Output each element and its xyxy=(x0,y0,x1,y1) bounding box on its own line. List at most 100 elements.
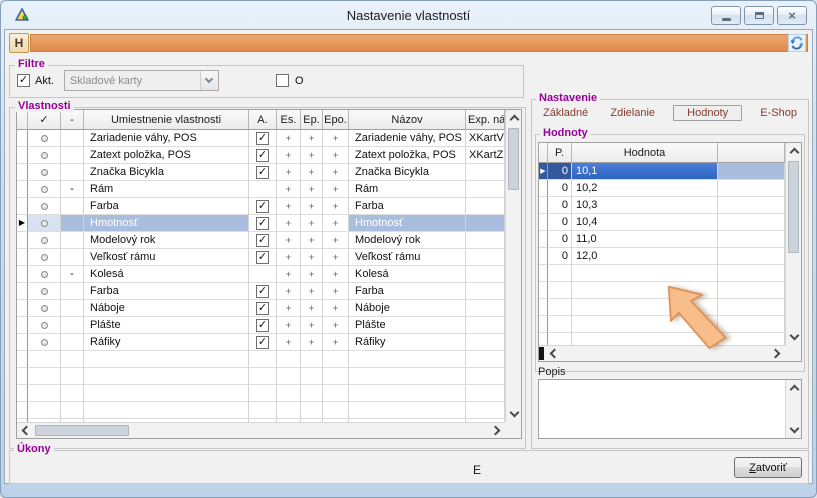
dash-cell xyxy=(61,334,84,351)
property-row[interactable]: Značka Bicykla✓+++Značka Bicykla xyxy=(17,164,505,181)
epo-cell: + xyxy=(323,283,349,300)
row-checkbox[interactable]: ✓ xyxy=(256,149,269,162)
property-row[interactable]: Farba✓+++Farba xyxy=(17,198,505,215)
row-checkbox[interactable]: ✓ xyxy=(256,336,269,349)
property-row[interactable]: Náboje✓+++Náboje xyxy=(17,300,505,317)
epo-cell: + xyxy=(323,300,349,317)
property-row[interactable]: Plášte✓+++Plášte xyxy=(17,317,505,334)
value-row[interactable]: 010,3 xyxy=(539,197,785,214)
a-cell xyxy=(249,266,277,283)
scroll-down-button[interactable] xyxy=(506,406,522,422)
chevron-left-icon xyxy=(22,426,32,436)
grid-cell xyxy=(466,368,505,385)
row-checkbox[interactable]: ✓ xyxy=(256,217,269,230)
value-row[interactable]: 010,4 xyxy=(539,214,785,231)
vertical-scroll-thumb[interactable] xyxy=(508,128,519,190)
minimize-button[interactable] xyxy=(711,6,741,25)
vertical-scroll-thumb[interactable] xyxy=(788,161,799,253)
h-button[interactable]: H xyxy=(9,33,29,53)
value-row[interactable]: 011,0 xyxy=(539,231,785,248)
combobox-dropdown-button[interactable] xyxy=(200,71,218,90)
row-selector-cell xyxy=(539,214,548,231)
name-cell: Veľkosť rámu xyxy=(349,249,466,266)
property-row[interactable]: Zariadenie váhy, POS✓+++Zariadenie váhy,… xyxy=(17,130,505,147)
value-column-header: Hodnota xyxy=(572,143,718,163)
row-checkbox[interactable]: ✓ xyxy=(256,251,269,264)
akt-checkbox[interactable]: ✓ xyxy=(17,74,30,87)
popis-textarea[interactable] xyxy=(538,379,802,439)
scroll-down-button[interactable] xyxy=(786,329,802,345)
scroll-up-button[interactable] xyxy=(786,380,802,396)
row-checkbox[interactable]: ✓ xyxy=(256,302,269,315)
tab-z-kladn-[interactable]: Základné xyxy=(539,105,592,121)
grid-cell xyxy=(301,402,323,419)
row-checkbox[interactable]: ✓ xyxy=(256,319,269,332)
property-row[interactable]: -Rám+++Rám xyxy=(17,181,505,198)
scroll-right-button[interactable] xyxy=(488,423,505,438)
properties-group-label: Vlastnosti xyxy=(15,100,74,112)
properties-vertical-scrollbar[interactable] xyxy=(505,110,521,422)
row-selector-cell xyxy=(17,130,28,147)
values-vertical-scrollbar[interactable] xyxy=(785,143,801,345)
property-row[interactable]: ▶Hmotnosť✓+++Hmotnosť xyxy=(17,215,505,232)
scroll-right-button[interactable] xyxy=(768,346,785,361)
tab-hodnoty[interactable]: Hodnoty xyxy=(673,105,742,121)
tab-e-shop[interactable]: E-Shop xyxy=(756,105,801,121)
ep-cell: + xyxy=(301,232,323,249)
property-row[interactable]: Zatext položka, POS✓+++Zatext položka, P… xyxy=(17,147,505,164)
es-cell: + xyxy=(277,249,301,266)
location-cell: Kolesá xyxy=(84,266,249,283)
value-row[interactable]: 012,0 xyxy=(539,248,785,265)
row-checkbox[interactable]: ✓ xyxy=(256,200,269,213)
dot-marker-icon: + xyxy=(333,184,338,194)
dot-marker-icon: + xyxy=(286,337,291,347)
actions-groupbox xyxy=(9,450,809,484)
ring-marker-icon xyxy=(41,152,48,159)
scroll-grip[interactable] xyxy=(539,347,544,360)
close-button[interactable]: × xyxy=(777,6,807,25)
tab-zdielanie[interactable]: Zdielanie xyxy=(606,105,659,121)
popis-vertical-scrollbar[interactable] xyxy=(785,380,801,438)
properties-grid: ✓-Umiestnenie vlastnostiA.Es.Ep.Epo.Názo… xyxy=(16,109,522,439)
maximize-button[interactable] xyxy=(744,6,774,25)
row-checkbox[interactable]: ✓ xyxy=(256,166,269,179)
grid-cell xyxy=(548,265,572,282)
scroll-left-button[interactable] xyxy=(17,423,34,438)
property-row[interactable]: Modelový rok✓+++Modelový rok xyxy=(17,232,505,249)
values-horizontal-scrollbar[interactable] xyxy=(539,345,785,361)
toolbar-accent-bar xyxy=(30,34,808,52)
chevron-right-icon xyxy=(491,426,501,436)
row-checkbox[interactable]: ✓ xyxy=(256,285,269,298)
es-cell: + xyxy=(277,334,301,351)
name-cell: Ráfiky xyxy=(349,334,466,351)
property-row[interactable]: Veľkosť rámu✓+++Veľkosť rámu xyxy=(17,249,505,266)
dot-marker-icon: + xyxy=(333,286,338,296)
property-row[interactable]: -Kolesá+++Kolesá xyxy=(17,266,505,283)
property-row[interactable]: Farba✓+++Farba xyxy=(17,283,505,300)
a-cell: ✓ xyxy=(249,147,277,164)
property-row[interactable]: Ráfiky✓+++Ráfiky xyxy=(17,334,505,351)
row-checkbox[interactable]: ✓ xyxy=(256,234,269,247)
exp-cell xyxy=(466,249,505,266)
row-checkbox[interactable]: ✓ xyxy=(256,132,269,145)
horizontal-scroll-thumb[interactable] xyxy=(35,425,129,436)
scroll-up-button[interactable] xyxy=(506,110,522,126)
value-cell: 11,0 xyxy=(572,231,718,248)
grid-cell xyxy=(301,368,323,385)
refresh-icon[interactable] xyxy=(788,34,806,52)
grid-cell xyxy=(466,351,505,368)
exp-cell: XKartZ xyxy=(466,147,505,164)
ep-cell: + xyxy=(301,147,323,164)
scroll-up-button[interactable] xyxy=(786,143,802,159)
epo-cell: + xyxy=(323,334,349,351)
a-cell: ✓ xyxy=(249,232,277,249)
zatvorit-button[interactable]: Zatvoriť xyxy=(734,457,802,478)
o-checkbox[interactable] xyxy=(276,74,289,87)
scroll-down-button[interactable] xyxy=(786,422,802,438)
value-row[interactable]: ▶010,1 xyxy=(539,163,785,180)
properties-horizontal-scrollbar[interactable] xyxy=(17,422,505,438)
dash-cell xyxy=(61,300,84,317)
scroll-left-button[interactable] xyxy=(545,346,562,361)
value-row[interactable]: 010,2 xyxy=(539,180,785,197)
card-type-combobox[interactable]: Skladové karty xyxy=(64,70,219,91)
